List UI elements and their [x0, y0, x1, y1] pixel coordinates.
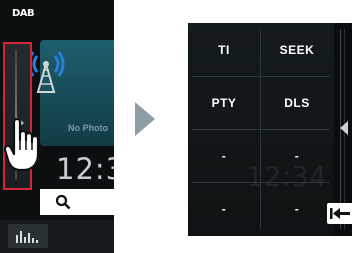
arrow-right-icon: [135, 102, 155, 136]
antenna-icon: [27, 51, 65, 93]
skip-back-button[interactable]: [327, 203, 352, 224]
empty-button[interactable]: -: [188, 183, 260, 235]
search-icon[interactable]: [55, 194, 71, 210]
empty-button[interactable]: -: [261, 130, 333, 182]
source-label: DAB: [12, 8, 35, 19]
control-bar: [40, 189, 114, 215]
chevron-left-icon[interactable]: [340, 121, 348, 135]
skip-back-icon: [330, 208, 350, 219]
dls-button[interactable]: DLS: [261, 77, 333, 129]
empty-button[interactable]: -: [188, 130, 260, 182]
no-photo-text: No Photo: [68, 123, 108, 133]
ti-button[interactable]: TI: [188, 24, 260, 76]
seek-button[interactable]: SEEK: [261, 24, 333, 76]
hand-pointer-icon: [4, 117, 40, 172]
equalizer-icon: [16, 231, 38, 243]
function-grid: TI SEEK PTY DLS - - - -: [188, 23, 334, 236]
empty-button[interactable]: -: [261, 183, 333, 235]
equalizer-button[interactable]: [8, 224, 48, 248]
pty-button[interactable]: PTY: [188, 77, 260, 129]
clock-display: 12:3: [56, 152, 114, 186]
left-screen: DAB No Photo 12:3: [0, 0, 114, 253]
